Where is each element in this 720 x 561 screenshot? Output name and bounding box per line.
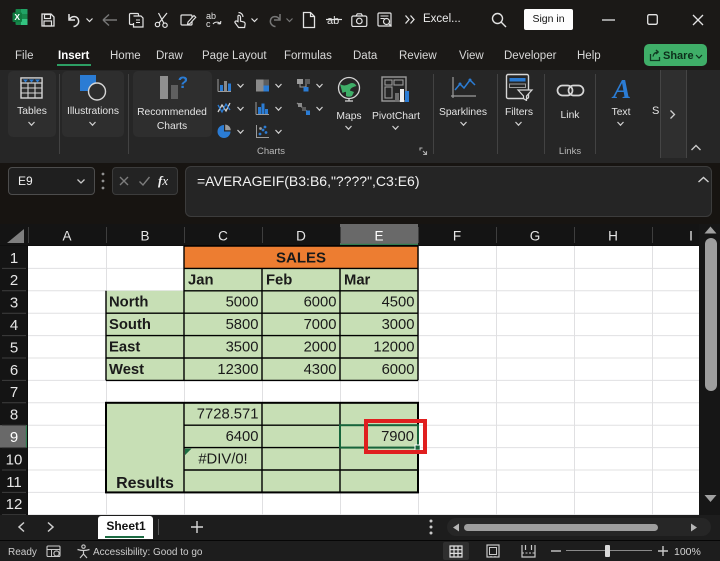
svg-text:E: E [374,229,383,244]
svg-text:4300: 4300 [304,362,337,378]
svg-text:Jan: Jan [188,272,214,288]
svg-text:F: F [453,229,461,244]
svg-text:3500: 3500 [226,339,259,355]
svg-text:2: 2 [10,272,18,289]
svg-text:X: X [14,12,20,22]
svg-text:G: G [530,229,541,244]
svg-text:8: 8 [10,407,18,424]
svg-text:H: H [608,229,618,244]
svg-text:7728.571: 7728.571 [197,407,259,423]
svg-text:12300: 12300 [217,362,258,378]
svg-text:7900: 7900 [381,429,414,445]
svg-text:7000: 7000 [304,317,337,333]
svg-text:A: A [62,229,71,244]
svg-text:6400: 6400 [226,429,259,445]
svg-text:3: 3 [10,295,18,312]
svg-text:West: West [109,362,144,378]
svg-text:12000: 12000 [373,339,414,355]
svg-text:?: ? [178,74,187,92]
svg-text:5800: 5800 [226,317,259,333]
svg-text:6000: 6000 [382,362,415,378]
svg-text:East: East [109,339,140,355]
svg-text:5: 5 [10,339,18,356]
svg-text:Mar: Mar [344,272,371,288]
svg-text:4: 4 [10,317,18,334]
svg-text:South: South [109,317,151,333]
svg-text:12: 12 [6,496,23,513]
svg-text:3000: 3000 [382,317,415,333]
svg-text:C: C [218,229,228,244]
svg-text:North: North [109,295,148,311]
svg-text:6000: 6000 [304,295,337,311]
svg-text:SALES: SALES [276,249,326,266]
svg-text:9: 9 [10,429,18,446]
svg-text:7: 7 [10,384,18,401]
svg-text:4500: 4500 [382,295,415,311]
svg-text:A: A [611,74,631,102]
svg-text:2000: 2000 [304,339,337,355]
svg-text:B: B [140,229,149,244]
svg-text:5000: 5000 [226,295,259,311]
svg-text:D: D [296,229,306,244]
svg-text:I: I [689,229,693,244]
svg-text:1: 1 [10,250,18,267]
svg-text:10: 10 [6,451,23,468]
svg-text:#DIV/0!: #DIV/0! [198,451,247,467]
svg-text:Feb: Feb [266,272,292,288]
svg-text:ab: ab [327,15,339,27]
svg-text:11: 11 [6,474,22,491]
svg-text:Results: Results [116,475,174,492]
svg-text:c: c [206,19,211,29]
svg-text:6: 6 [10,362,18,379]
